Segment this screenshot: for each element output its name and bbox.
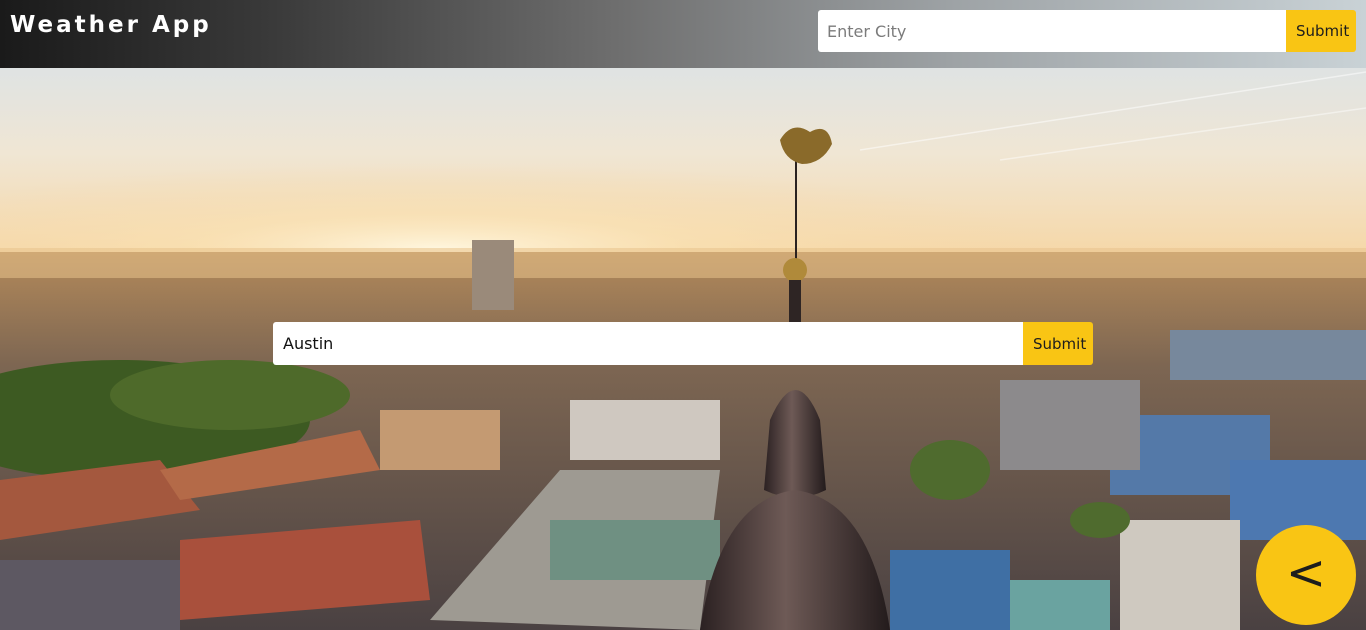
app-title: Weather App [10, 12, 212, 38]
header-search-form: Submit [818, 10, 1356, 52]
chevron-left-icon: < [1285, 545, 1327, 601]
main-search-form: Submit [273, 322, 1093, 365]
main-city-input[interactable] [273, 322, 1023, 365]
page: Weather App Submit Submit < [0, 0, 1366, 630]
main-submit-button[interactable]: Submit [1023, 322, 1093, 365]
header-city-input[interactable] [818, 10, 1286, 52]
header-submit-button[interactable]: Submit [1286, 10, 1356, 52]
header-bar: Weather App Submit [0, 0, 1366, 68]
background-image [0, 0, 1366, 630]
back-button[interactable]: < [1256, 525, 1356, 625]
